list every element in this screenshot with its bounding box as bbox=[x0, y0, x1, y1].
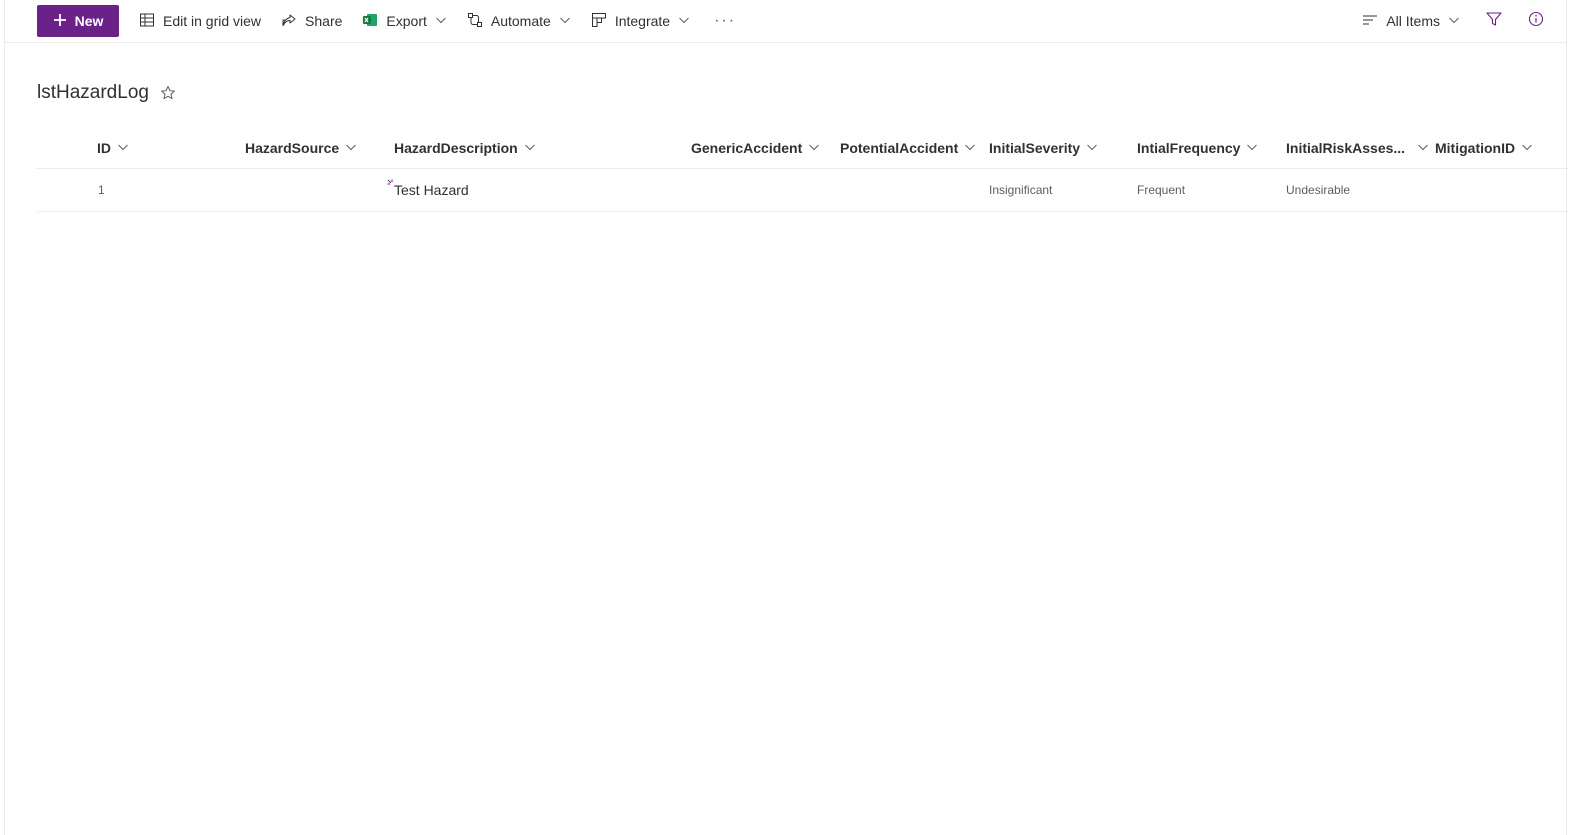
chevron-down-icon bbox=[1448, 13, 1460, 29]
filter-icon bbox=[1486, 11, 1502, 32]
command-bar-left: New Edit in grid view Share Export Autom… bbox=[37, 5, 750, 37]
chevron-down-icon bbox=[1521, 140, 1533, 156]
chevron-down-icon bbox=[345, 140, 357, 156]
share-label: Share bbox=[305, 13, 343, 29]
hazard-description-text: Test Hazard bbox=[394, 182, 469, 198]
app-frame: New Edit in grid view Share Export Autom… bbox=[4, 0, 1568, 835]
integrate-button[interactable]: Integrate bbox=[581, 5, 700, 37]
lines-icon bbox=[1362, 12, 1378, 31]
new-item-icon bbox=[387, 176, 397, 186]
column-header-label: HazardDescription bbox=[394, 140, 518, 156]
chevron-down-icon bbox=[117, 140, 129, 156]
cell-initial-frequency: Frequent bbox=[1137, 183, 1186, 197]
info-button[interactable] bbox=[1518, 5, 1554, 37]
column-header-potential-accident[interactable]: PotentialAccident bbox=[840, 127, 976, 169]
cell-initial-risk: Undesirable bbox=[1286, 183, 1351, 197]
page-title: lstHazardLog bbox=[37, 82, 149, 103]
chevron-down-icon bbox=[678, 13, 690, 29]
column-header-label: InitialSeverity bbox=[989, 140, 1081, 156]
command-bar-right: All Items bbox=[1352, 5, 1554, 37]
export-label: Export bbox=[386, 13, 427, 29]
edit-grid-view-label: Edit in grid view bbox=[163, 13, 262, 29]
integrate-label: Integrate bbox=[614, 13, 671, 29]
column-header-initial-risk-assessment[interactable]: InitialRiskAsses... bbox=[1286, 127, 1429, 169]
excel-icon bbox=[362, 12, 378, 31]
chevron-down-icon bbox=[524, 140, 536, 156]
automate-label: Automate bbox=[490, 13, 551, 29]
share-icon bbox=[281, 12, 297, 31]
command-bar: New Edit in grid view Share Export Autom… bbox=[5, 0, 1566, 43]
cell-hazard-description[interactable]: Test Hazard bbox=[387, 169, 469, 211]
page-title-row: lstHazardLog bbox=[37, 80, 177, 106]
column-header-initial-frequency[interactable]: IntialFrequency bbox=[1137, 127, 1258, 169]
column-header-label: ID bbox=[97, 140, 111, 156]
column-header-label: GenericAccident bbox=[691, 140, 803, 156]
view-selector[interactable]: All Items bbox=[1352, 5, 1470, 37]
chevron-down-icon bbox=[1086, 140, 1098, 156]
view-selector-label: All Items bbox=[1386, 13, 1440, 29]
column-header-hazard-source[interactable]: HazardSource bbox=[245, 127, 357, 169]
plus-icon bbox=[53, 13, 67, 30]
cell-initial-severity: Insignificant bbox=[989, 183, 1053, 197]
export-button[interactable]: Export bbox=[352, 5, 456, 37]
chevron-down-icon bbox=[1246, 140, 1258, 156]
column-header-mitigation-id[interactable]: MitigationID bbox=[1435, 127, 1533, 169]
chevron-down-icon bbox=[964, 140, 976, 156]
column-header-label: MitigationID bbox=[1435, 140, 1516, 156]
table-row[interactable]: 1 Test Hazard Insignificant Frequent Und… bbox=[37, 169, 1568, 212]
chevron-down-icon bbox=[1417, 140, 1429, 156]
flow-icon bbox=[467, 12, 483, 31]
integrate-icon bbox=[591, 12, 607, 31]
edit-grid-view-button[interactable]: Edit in grid view bbox=[129, 5, 271, 37]
new-button[interactable]: New bbox=[37, 5, 119, 37]
column-header-initial-severity[interactable]: InitialSeverity bbox=[989, 127, 1098, 169]
star-icon[interactable] bbox=[159, 84, 177, 102]
chevron-down-icon bbox=[559, 13, 571, 29]
filter-button[interactable] bbox=[1476, 5, 1512, 37]
chevron-down-icon bbox=[435, 13, 447, 29]
column-header-label: HazardSource bbox=[245, 140, 340, 156]
grid-icon bbox=[139, 12, 155, 31]
column-header-label: InitialRiskAsses... bbox=[1286, 140, 1406, 156]
right-gutter bbox=[1568, 0, 1582, 835]
more-options-button[interactable]: ··· bbox=[700, 5, 750, 37]
new-button-label: New bbox=[74, 13, 104, 29]
share-button[interactable]: Share bbox=[271, 5, 352, 37]
info-icon bbox=[1528, 11, 1544, 32]
cell-id: 1 bbox=[98, 183, 105, 197]
chevron-down-icon bbox=[808, 140, 820, 156]
automate-button[interactable]: Automate bbox=[457, 5, 581, 37]
column-header-hazard-description[interactable]: HazardDescription bbox=[394, 127, 536, 169]
column-header-generic-accident[interactable]: GenericAccident bbox=[691, 127, 820, 169]
column-header-id[interactable]: ID bbox=[97, 127, 129, 169]
column-header-label: IntialFrequency bbox=[1137, 140, 1241, 156]
column-header-label: PotentialAccident bbox=[840, 140, 959, 156]
list-header: ID HazardSource HazardDescription Generi… bbox=[37, 127, 1568, 169]
